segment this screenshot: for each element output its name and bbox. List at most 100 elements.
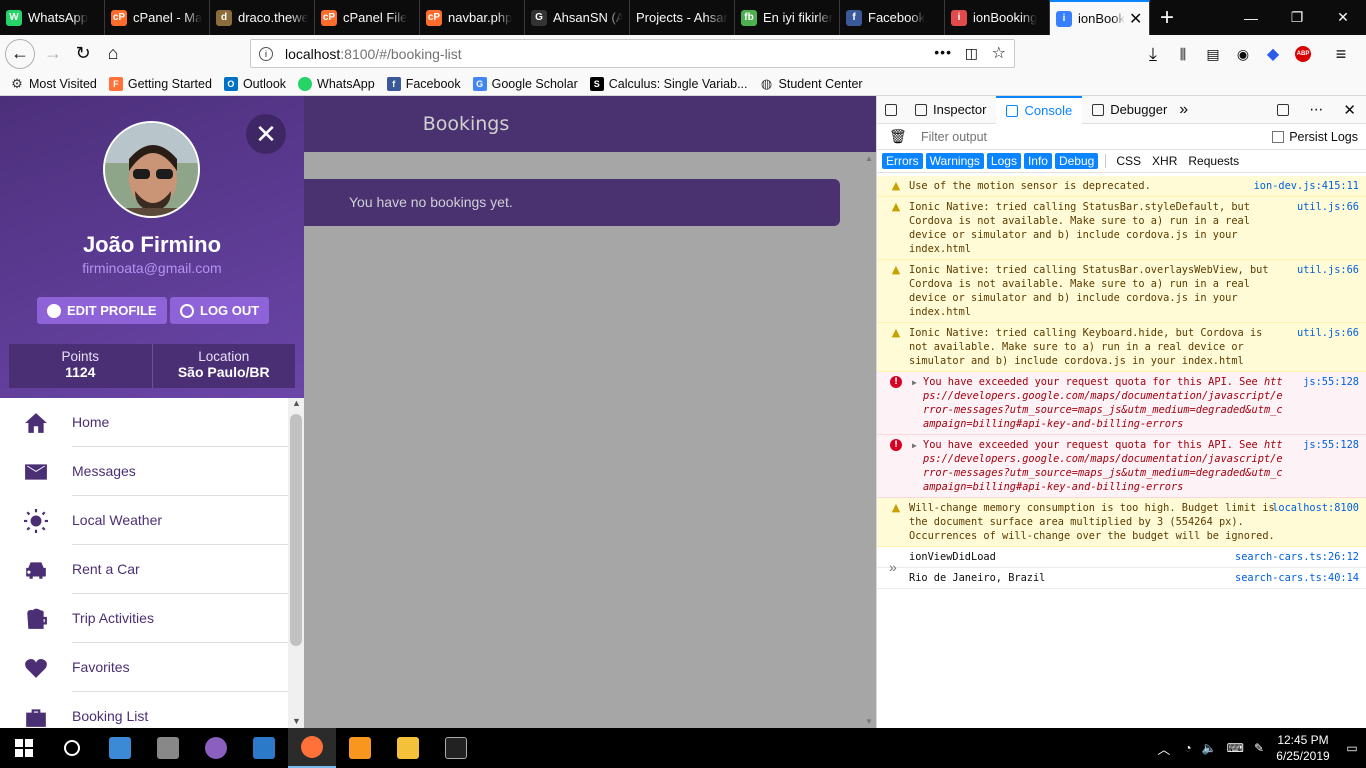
taskbar-app-terminal[interactable]: [432, 728, 480, 768]
tab-inspector[interactable]: Inspector: [905, 96, 996, 124]
filter-logs[interactable]: Logs: [986, 153, 1021, 169]
message-source-link[interactable]: util.js:66: [1297, 263, 1359, 277]
extension-icon[interactable]: ◆: [1258, 39, 1288, 69]
pocket-icon[interactable]: ◫: [965, 45, 978, 62]
downloads-icon[interactable]: ⤓: [1138, 39, 1168, 69]
menu-item-booking-list[interactable]: Booking List: [0, 692, 288, 728]
message-source-link[interactable]: js:55:128: [1303, 375, 1359, 389]
browser-tab[interactable]: i ionBook ✕: [1050, 0, 1150, 35]
bookmark-item[interactable]: ⚙ Most Visited: [10, 76, 97, 91]
options-icon[interactable]: ⋯: [1299, 96, 1333, 124]
browser-tab[interactable]: cP navbar.php: [420, 0, 525, 35]
filter-xhr[interactable]: XHR: [1148, 153, 1181, 169]
browser-tab[interactable]: W WhatsApp: [0, 0, 105, 35]
app-scrollbar[interactable]: ▲ ▼: [862, 152, 876, 728]
close-devtools-icon[interactable]: ✕: [1333, 96, 1366, 124]
taskbar-app-explorer-pc[interactable]: [96, 728, 144, 768]
console-message[interactable]: ▲ Will-change memory consumption is too h…: [877, 498, 1366, 547]
volume-icon[interactable]: 🔈: [1202, 741, 1217, 755]
bookmark-item[interactable]: WhatsApp: [298, 76, 375, 91]
message-source-link[interactable]: ion-dev.js:415:11: [1254, 179, 1359, 193]
browser-tab[interactable]: fb En iyi fikirler: [735, 0, 840, 35]
bookmark-item[interactable]: O Outlook: [223, 76, 286, 91]
clock[interactable]: 12:45 PM 6/25/2019: [1268, 732, 1338, 764]
sidebar-icon[interactable]: ▤: [1198, 39, 1228, 69]
menu-item-favorites[interactable]: Favorites: [0, 643, 288, 692]
message-source-link[interactable]: localhost:8100: [1272, 501, 1359, 515]
bookmark-item[interactable]: G Google Scholar: [472, 76, 578, 91]
minimize-button[interactable]: —: [1228, 0, 1274, 35]
console-message[interactable]: ! ▶ You have exceeded your request quota f…: [877, 372, 1366, 435]
menu-item-home[interactable]: Home: [0, 398, 288, 447]
close-window-button[interactable]: ✕: [1320, 0, 1366, 35]
menu-item-trip-activities[interactable]: Trip Activities: [0, 594, 288, 643]
menu-scrollbar-thumb[interactable]: [290, 414, 302, 646]
expand-icon[interactable]: ▶: [912, 376, 917, 390]
browser-tab[interactable]: i ionBooking: [945, 0, 1050, 35]
maximize-button[interactable]: ❐: [1274, 0, 1320, 35]
taskbar-app-photos[interactable]: [144, 728, 192, 768]
bookmark-item[interactable]: ◍ Student Center: [760, 76, 863, 91]
expand-icon[interactable]: ▶: [912, 439, 917, 453]
language-icon[interactable]: ⌨: [1227, 741, 1244, 755]
new-tab-button[interactable]: +: [1150, 0, 1184, 35]
dock-icon[interactable]: [1267, 96, 1299, 124]
tab-console[interactable]: Console: [996, 95, 1083, 124]
menu-scrollbar[interactable]: ▲ ▼: [288, 398, 304, 728]
browser-tab[interactable]: d draco.thewe: [210, 0, 315, 35]
taskbar-app-github[interactable]: [192, 728, 240, 768]
chevron-up-icon[interactable]: ︿: [1157, 739, 1170, 758]
account-icon[interactable]: ◉: [1228, 39, 1258, 69]
filter-input[interactable]: Filter output: [921, 130, 987, 144]
menu-item-rent-a-car[interactable]: Rent a Car: [0, 545, 288, 594]
cortana-button[interactable]: [48, 728, 96, 768]
trash-icon[interactable]: 🗑: [889, 128, 907, 145]
menu-item-local-weather[interactable]: Local Weather: [0, 496, 288, 545]
close-menu-button[interactable]: ✕: [246, 114, 286, 154]
bookmark-item[interactable]: S Calculus: Single Variab...: [589, 76, 748, 91]
message-source-link[interactable]: js:55:128: [1303, 438, 1359, 452]
tab-debugger[interactable]: Debugger: [1082, 96, 1177, 124]
message-source-link[interactable]: util.js:66: [1297, 326, 1359, 340]
console-message[interactable]: ▲ Ionic Native: tried calling StatusBar.s…: [877, 197, 1366, 260]
taskbar-app-firefox[interactable]: [288, 728, 336, 768]
page-actions-icon[interactable]: •••: [934, 44, 952, 60]
url-text[interactable]: localhost:8100/#/booking-list: [285, 46, 462, 62]
back-button[interactable]: ←: [5, 38, 35, 69]
taskbar-app-file-explorer[interactable]: [384, 728, 432, 768]
filter-debug[interactable]: Debug: [1054, 153, 1099, 169]
bookmark-item[interactable]: f Facebook: [386, 76, 461, 91]
browser-tab[interactable]: cP cPanel - Ma: [105, 0, 210, 35]
console-message[interactable]: ! ▶ You have exceeded your request quota f…: [877, 435, 1366, 498]
pen-icon[interactable]: ✎: [1254, 741, 1264, 755]
notifications-icon[interactable]: ▭: [1338, 728, 1366, 768]
browser-tab[interactable]: cP cPanel File: [315, 0, 420, 35]
pick-element-icon[interactable]: [877, 96, 905, 124]
reload-button[interactable]: ↻: [68, 39, 98, 69]
browser-tab[interactable]: f Facebook: [840, 0, 945, 35]
info-icon[interactable]: i: [259, 46, 273, 61]
menu-icon[interactable]: ≡: [1326, 39, 1356, 69]
menu-item-messages[interactable]: Messages: [0, 447, 288, 496]
library-icon[interactable]: ⫼: [1168, 39, 1198, 69]
url-bar[interactable]: i localhost:8100/#/booking-list ••• ◫ ☆: [250, 39, 1015, 68]
browser-tab[interactable]: G AhsanSN (A: [525, 0, 630, 35]
browser-tab[interactable]: Projects - Ahsan: [630, 0, 735, 35]
bookmark-item[interactable]: F Getting Started: [108, 76, 212, 91]
close-tab-icon[interactable]: ✕: [1129, 9, 1142, 29]
filter-info[interactable]: Info: [1023, 153, 1052, 169]
persist-logs-checkbox[interactable]: Persist Logs: [1272, 130, 1358, 144]
more-tools-icon[interactable]: »: [1177, 96, 1190, 124]
edit-profile-button[interactable]: EDIT PROFILE: [37, 297, 167, 324]
filter-errors[interactable]: Errors: [882, 153, 923, 169]
logout-button[interactable]: LOG OUT: [170, 297, 270, 324]
console-message[interactable]: ▲ Ionic Native: tried calling Keyboard.hi…: [877, 323, 1366, 372]
filter-warnings[interactable]: Warnings: [925, 153, 984, 169]
message-source-link[interactable]: util.js:66: [1297, 200, 1359, 214]
bookmark-star-icon[interactable]: ☆: [992, 43, 1006, 63]
forward-button[interactable]: →: [38, 39, 68, 69]
home-button[interactable]: ⌂: [98, 39, 128, 69]
console-message[interactable]: ▲ Use of the motion sensor is deprecated.…: [877, 176, 1366, 197]
taskbar-app-sublime[interactable]: [336, 728, 384, 768]
adblock-icon[interactable]: ABP: [1288, 39, 1318, 69]
